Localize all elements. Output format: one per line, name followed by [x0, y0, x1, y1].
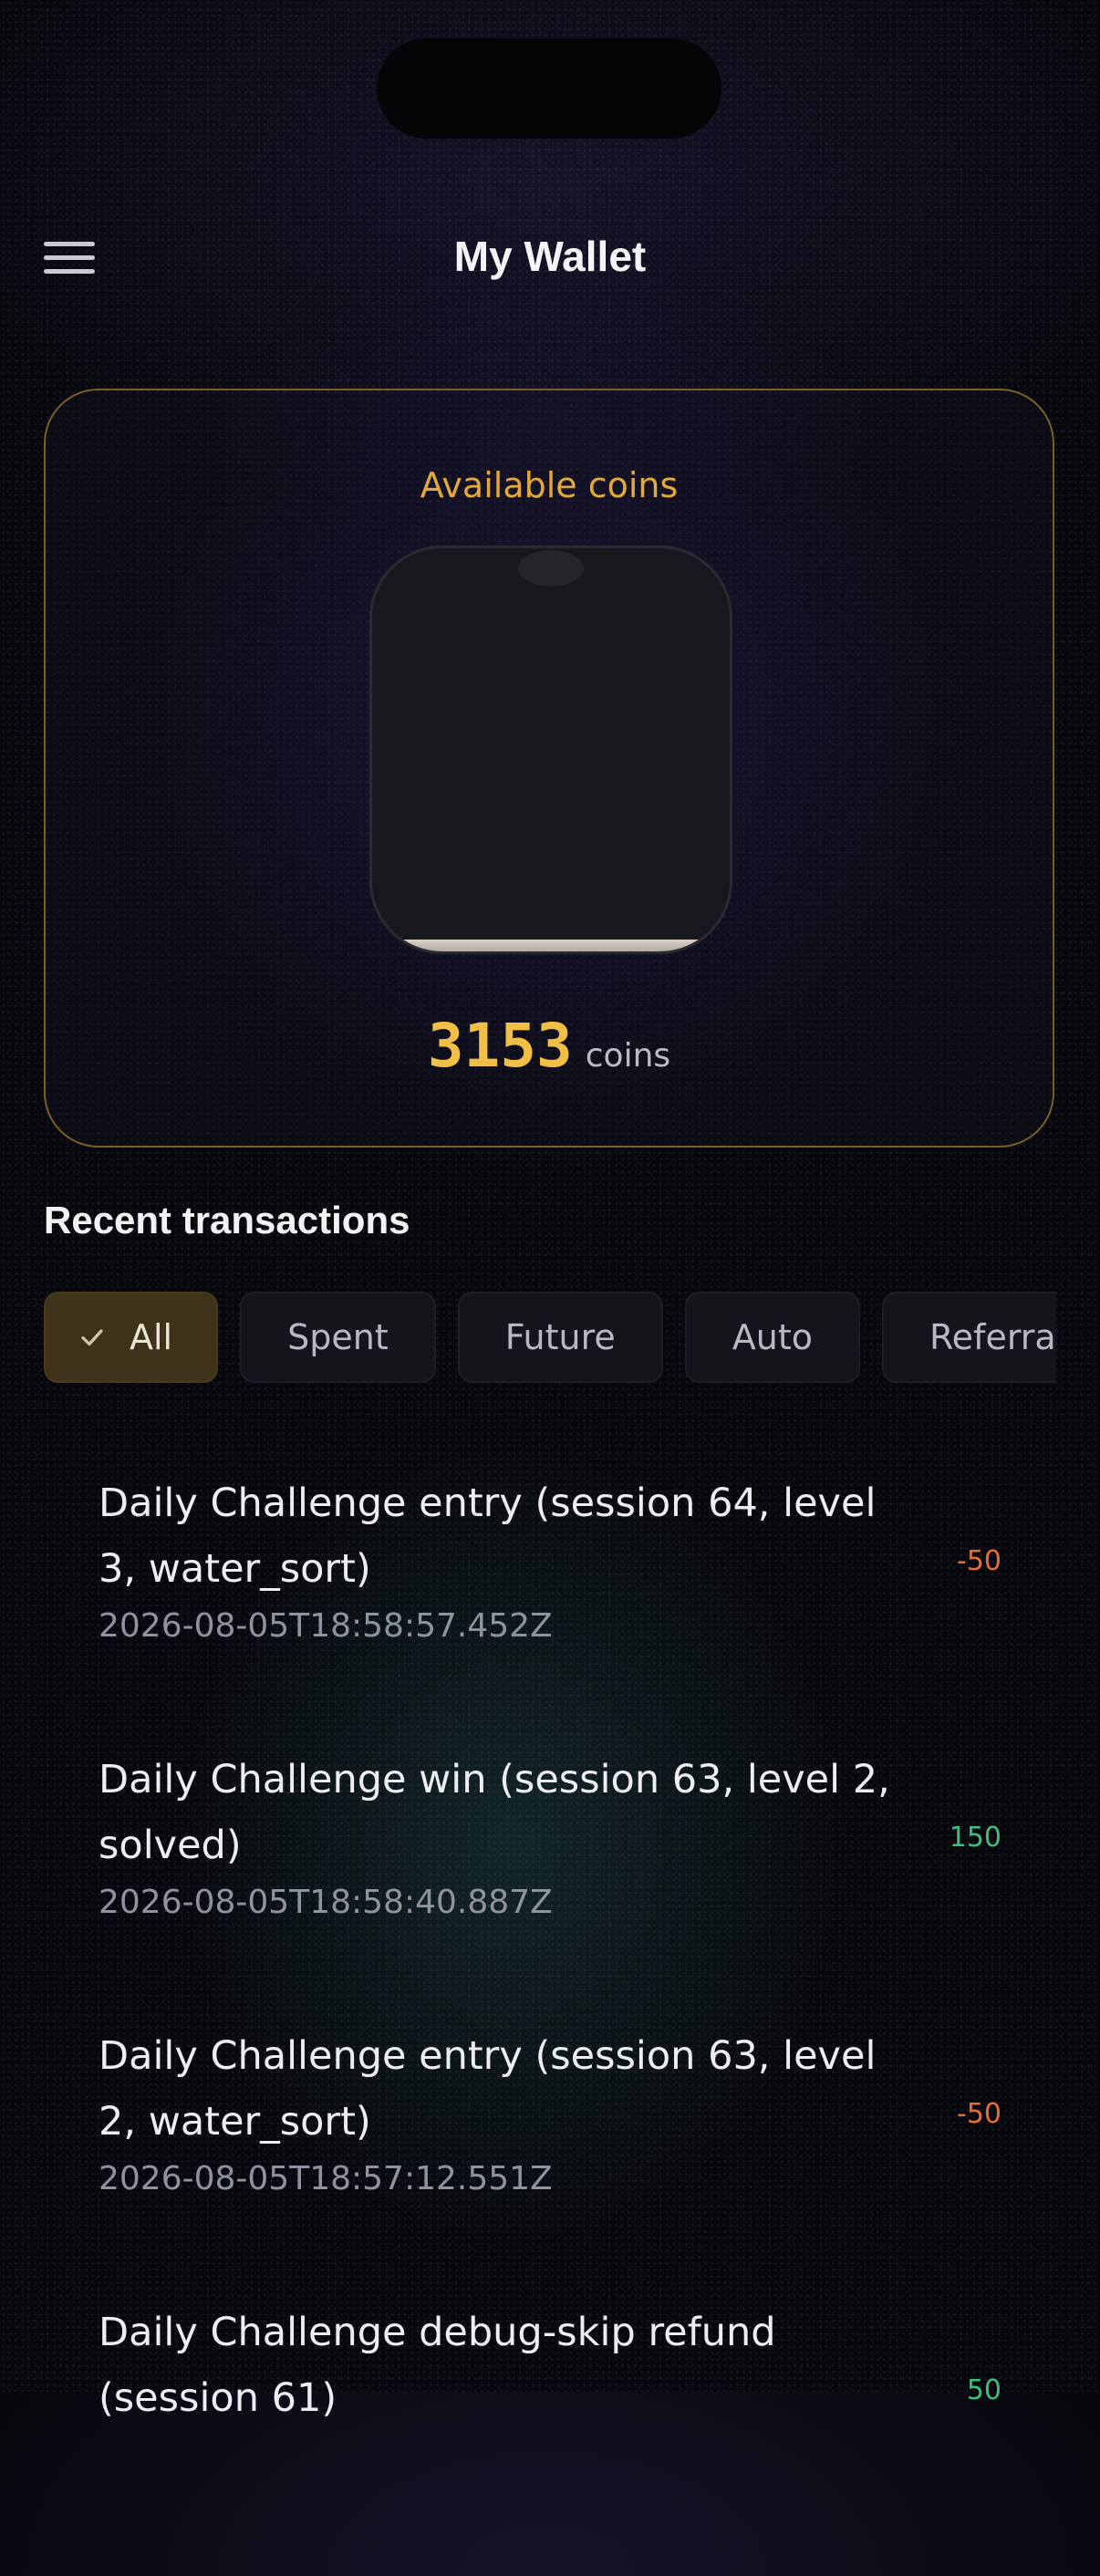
- dynamic-island: [377, 38, 721, 139]
- transaction-amount: -50: [957, 1545, 1001, 1577]
- filter-chip-label: All: [130, 1317, 173, 1357]
- transaction-description: Daily Challenge debug-skip refund (sessi…: [99, 2310, 776, 2421]
- available-coins-label: Available coins: [420, 465, 679, 505]
- balance-value: 3153: [427, 1011, 573, 1081]
- check-icon: [81, 1329, 103, 1346]
- wallet-card: Available coins 3153 coins: [44, 389, 1054, 1148]
- filter-chip-label: Auto: [732, 1317, 813, 1357]
- transaction-description: Daily Challenge entry (session 63, level…: [99, 2033, 877, 2145]
- wallet-fill-level: [372, 940, 730, 951]
- app-header: My Wallet: [0, 212, 1100, 303]
- filter-chip-referral[interactable]: Referral: [881, 1292, 1056, 1383]
- transaction-timestamp: 2026-08-05T18:58:40.887Z: [99, 1884, 553, 1921]
- filter-chip-spent[interactable]: Spent: [240, 1292, 436, 1383]
- balance-unit: coins: [585, 1037, 671, 1075]
- transaction-amount: -50: [957, 2098, 1001, 2130]
- filter-chip-label: Future: [504, 1317, 616, 1357]
- wallet-jar-icon: [369, 545, 732, 954]
- balance-display: 3153 coins: [46, 1011, 1053, 1081]
- transaction-row[interactable]: Daily Challenge debug-skip refund (sessi…: [99, 2300, 1001, 2576]
- transaction-row[interactable]: Daily Challenge entry (session 63, level…: [99, 2023, 1001, 2300]
- transaction-row[interactable]: Daily Challenge entry (session 64, level…: [99, 1470, 1001, 1747]
- transaction-timestamp: 2026-08-05T18:57:12.551Z: [99, 2160, 553, 2197]
- transaction-amount: 150: [949, 1822, 1001, 1854]
- filter-chip-future[interactable]: Future: [457, 1292, 663, 1383]
- transaction-description: Daily Challenge entry (session 64, level…: [99, 1480, 877, 1592]
- filter-chip-label: Spent: [287, 1317, 389, 1357]
- filter-chip-all[interactable]: All: [44, 1292, 219, 1383]
- transaction-row[interactable]: Daily Challenge win (session 63, level 2…: [99, 1747, 1001, 2023]
- transaction-amount: 50: [966, 2374, 1001, 2406]
- wallet-jar-notch: [518, 550, 584, 587]
- filter-chips: All Spent Future Auto Referral: [44, 1292, 1056, 1387]
- filter-chip-auto[interactable]: Auto: [684, 1292, 860, 1383]
- filter-chip-label: Referral: [929, 1317, 1056, 1357]
- page-title: My Wallet: [453, 233, 647, 280]
- recent-transactions-title: Recent transactions: [44, 1199, 410, 1241]
- transaction-description: Daily Challenge win (session 63, level 2…: [99, 1757, 890, 1868]
- transaction-timestamp: 2026-08-05T18:58:57.452Z: [99, 1607, 553, 1645]
- transaction-list: Daily Challenge entry (session 64, level…: [99, 1470, 1001, 2576]
